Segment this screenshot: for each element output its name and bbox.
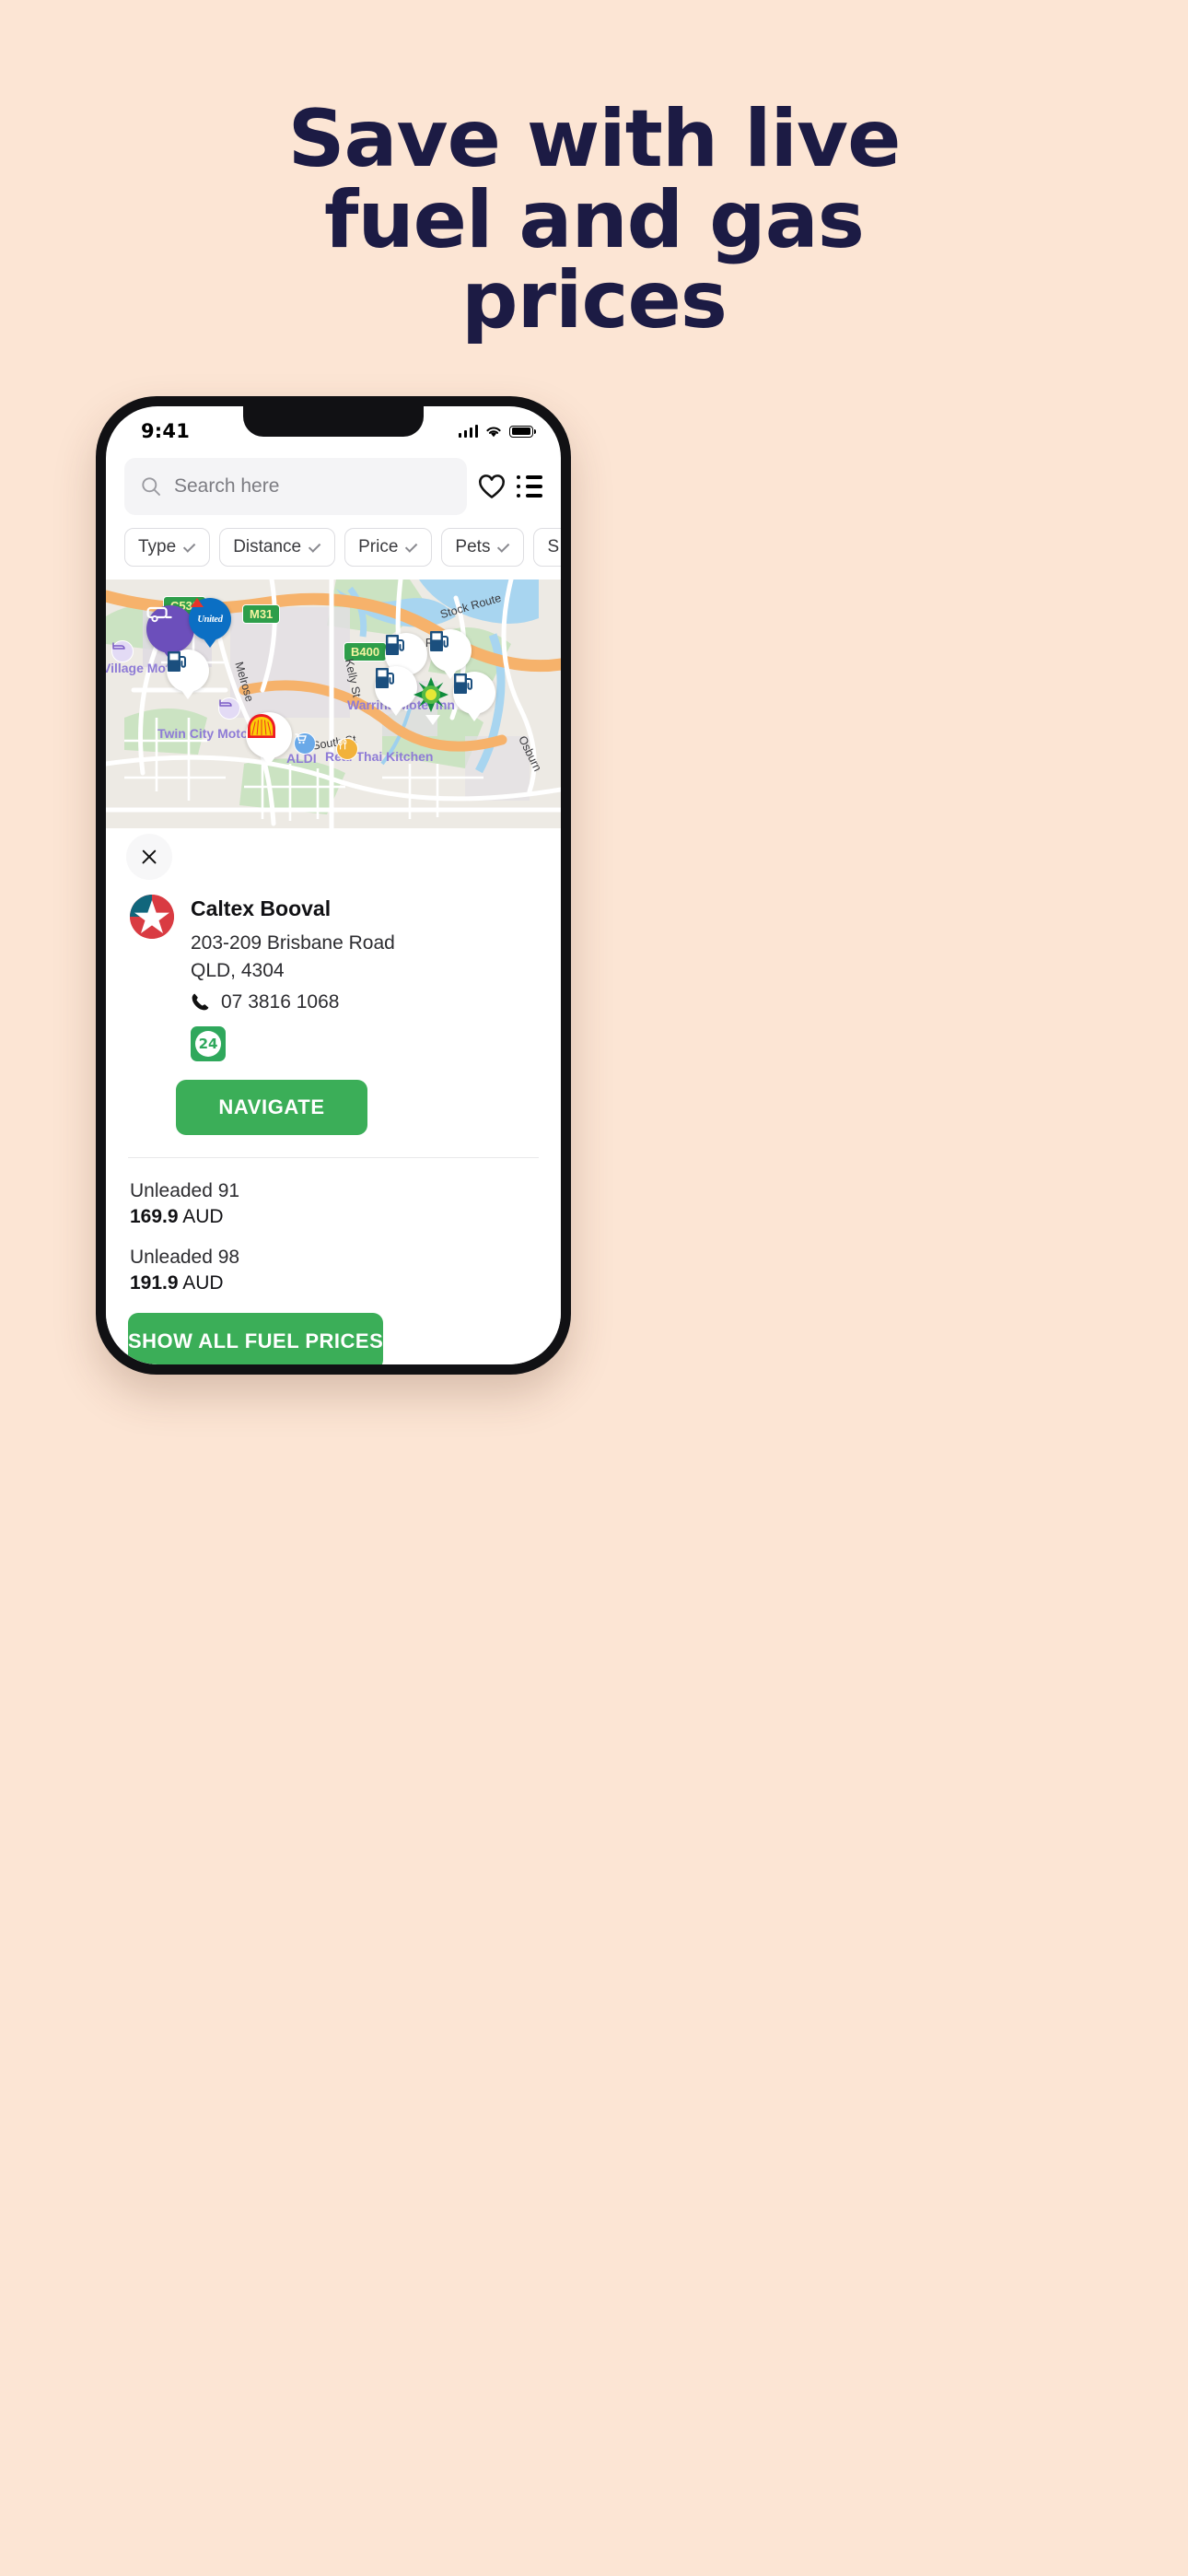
favorites-button[interactable] [478, 473, 506, 500]
open-24h-badge: 24 [191, 1025, 226, 1061]
fuel-station-marker[interactable] [167, 650, 209, 692]
show-all-fuel-prices-button[interactable]: SHOW ALL FUEL PRICES [128, 1312, 384, 1364]
fuel-price-value: 191.9 [130, 1271, 179, 1294]
heart-icon [479, 474, 505, 498]
search-placeholder: Search here [174, 475, 280, 497]
filter-chip-label: Pets [455, 537, 491, 556]
lodging-marker-icon[interactable] [111, 640, 134, 662]
filter-chip-distance[interactable]: Distance [219, 528, 336, 567]
filter-chip-price[interactable]: Price [344, 528, 433, 567]
road-shield-m31: M31 [242, 604, 281, 624]
page-title: Save with live fuel and gas prices [0, 93, 1188, 347]
fuel-type: Unleaded 98 [130, 1246, 240, 1268]
status-bar: 9:41 [106, 406, 561, 452]
lodging-marker-icon[interactable] [218, 697, 240, 720]
close-button[interactable] [126, 834, 172, 880]
station-phone-number: 07 3816 1068 [221, 990, 340, 1013]
filter-chip-label: Type [138, 537, 177, 556]
phone-mockup: 9:41 Search here Type Distance Price Pet… [96, 396, 571, 1375]
fuel-station-marker[interactable] [429, 629, 472, 672]
battery-full-icon [509, 425, 537, 438]
bp-logo-icon [413, 677, 448, 712]
restaurant-marker-icon[interactable] [336, 738, 358, 760]
list-view-icon [517, 475, 542, 498]
status-time: 9:41 [141, 420, 191, 442]
station-address-line2: QLD, 4304 [191, 959, 285, 981]
fuel-price-row: Unleaded 98 191.9 AUD [130, 1247, 537, 1294]
map-view[interactable]: C538 M31 B400 Stock Route Melrose Kelly … [106, 580, 561, 828]
caravan-icon [146, 606, 172, 623]
filter-chip-label: Distance [233, 537, 302, 556]
chevron-down-icon [497, 539, 510, 553]
filter-chip-label: S [547, 537, 560, 556]
search-icon [142, 477, 160, 496]
list-view-button[interactable] [517, 475, 542, 498]
caravan-park-marker[interactable] [146, 605, 194, 653]
fuel-type: Unleaded 91 [130, 1179, 240, 1201]
headline-line-2: fuel and gas [324, 173, 865, 266]
fuel-price-currency: AUD [182, 1271, 224, 1294]
road-shield-b400: B400 [344, 642, 388, 662]
station-phone[interactable]: 07 3816 1068 [191, 991, 539, 1013]
headline-line-3: prices [461, 254, 728, 347]
united-brand-label: United [197, 614, 223, 625]
shell-logo-icon [248, 714, 275, 738]
fuel-price-row: Unleaded 91 169.9 AUD [130, 1180, 537, 1228]
filter-chip-type[interactable]: Type [124, 528, 211, 567]
station-detail-sheet: Caltex Booval 203-209 Brisbane Road QLD,… [106, 828, 561, 1364]
fuel-price-list: Unleaded 91 169.9 AUD Unleaded 98 191.9 … [106, 1158, 561, 1294]
wifi-icon [486, 426, 501, 437]
station-address-line1: 203-209 Brisbane Road [191, 932, 395, 954]
search-input[interactable]: Search here [124, 458, 467, 515]
fuel-price: 191.9 AUD [130, 1272, 537, 1294]
promo-screen: Save with live fuel and gas prices 9:41 [0, 0, 1188, 2576]
signal-bars-icon [458, 425, 478, 438]
fuel-pump-icon [168, 651, 186, 672]
chevron-down-icon [183, 539, 196, 553]
phone-screen: 9:41 Search here Type Distance Price Pet… [106, 406, 561, 1364]
shell-station-marker[interactable] [246, 712, 292, 758]
phone-icon [192, 993, 209, 1011]
station-summary: Caltex Booval 203-209 Brisbane Road QLD,… [106, 828, 561, 1061]
navigate-button[interactable]: NAVIGATE [176, 1079, 367, 1135]
fuel-price: 169.9 AUD [130, 1206, 537, 1228]
united-station-marker[interactable]: United [189, 598, 231, 640]
caltex-logo-icon [130, 895, 174, 939]
fuel-station-marker[interactable] [453, 672, 495, 714]
filter-chip-more[interactable]: S [533, 528, 561, 567]
status-icons [458, 425, 537, 439]
fuel-price-currency: AUD [182, 1205, 224, 1227]
chevron-down-icon [308, 539, 321, 553]
united-logo-icon [191, 598, 204, 607]
filter-chip-pets[interactable]: Pets [441, 528, 525, 567]
filter-chips[interactable]: Type Distance Price Pets S [106, 515, 561, 580]
supermarket-marker-icon[interactable] [294, 732, 316, 755]
station-name: Caltex Booval [191, 896, 332, 920]
chevron-down-icon [405, 539, 418, 553]
bp-station-marker[interactable] [412, 675, 454, 718]
filter-chip-label: Price [358, 537, 399, 556]
fuel-price-value: 169.9 [130, 1205, 179, 1227]
open-24h-label: 24 [195, 1030, 221, 1057]
station-info: Caltex Booval 203-209 Brisbane Road QLD,… [191, 895, 539, 1061]
headline-line-1: Save with live [287, 93, 902, 185]
close-icon [140, 848, 158, 866]
search-row: Search here [106, 452, 561, 515]
